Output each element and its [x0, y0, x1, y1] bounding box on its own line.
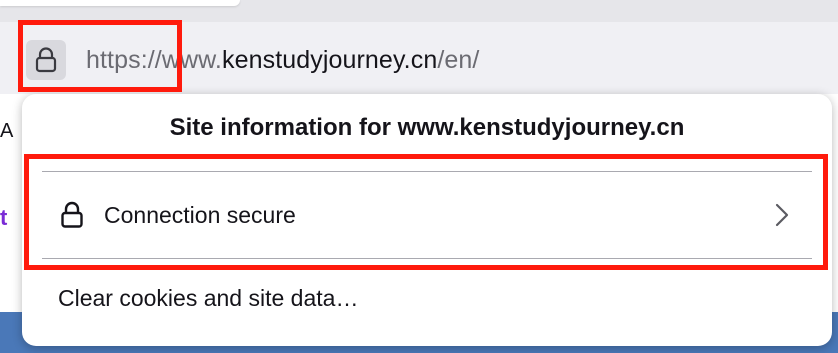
tab-strip: [0, 0, 838, 22]
connection-secure-row[interactable]: Connection secure: [36, 180, 818, 250]
url-domain-prefix: www.: [161, 46, 222, 74]
divider: [42, 171, 812, 172]
panel-title: Site information for www.kenstudyjourney…: [169, 114, 685, 141]
clear-cookies-button[interactable]: Clear cookies and site data…: [58, 278, 358, 318]
page-partial-link: t: [0, 205, 8, 230]
url-bar[interactable]: https://www.kenstudyjourney.cn/en/: [0, 22, 838, 94]
url-scheme: https://: [86, 46, 162, 74]
connection-secure-label: Connection secure: [104, 202, 296, 228]
url-domain: kenstudyjourney.cn: [221, 46, 438, 74]
site-info-panel: Site information for www.kenstudyjourney…: [22, 94, 832, 346]
chevron-right-icon: [768, 201, 796, 229]
divider: [42, 258, 812, 259]
lock-icon: [56, 199, 88, 231]
url-path: /en/: [437, 46, 480, 74]
lock-icon: [35, 47, 57, 73]
active-tab-edge[interactable]: [0, 0, 240, 6]
page-partial-text: A: [0, 120, 14, 142]
site-info-button[interactable]: [26, 40, 66, 80]
url-text[interactable]: https://www.kenstudyjourney.cn/en/: [86, 40, 479, 80]
